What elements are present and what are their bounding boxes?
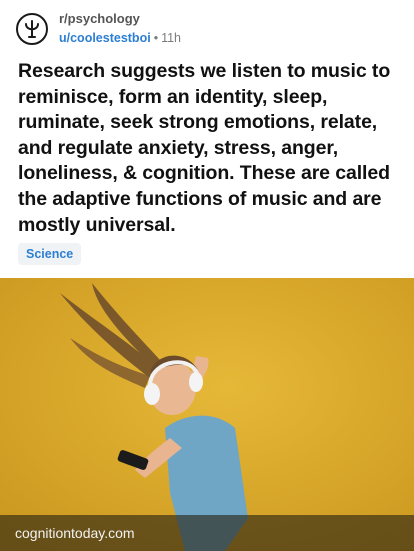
separator-dot: • <box>153 31 159 45</box>
preview-photo <box>0 278 414 551</box>
link-preview-image[interactable]: cognitiontoday.com <box>0 278 414 551</box>
link-domain[interactable]: cognitiontoday.com <box>15 523 135 543</box>
flair-badge[interactable]: Science <box>18 243 82 265</box>
author-link[interactable]: u/coolestestboi <box>59 31 151 45</box>
subreddit-link[interactable]: r/psychology <box>59 11 181 27</box>
post-header: r/psychology u/coolestestboi • 11h <box>16 11 181 47</box>
link-domain-bar: cognitiontoday.com <box>0 515 414 551</box>
post-meta: r/psychology u/coolestestboi • 11h <box>59 11 181 47</box>
post-card[interactable]: r/psychology u/coolestestboi • 11h Researc… <box>0 0 414 551</box>
psi-icon[interactable] <box>16 13 48 45</box>
byline: u/coolestestboi • 11h <box>59 29 181 47</box>
post-title[interactable]: Research suggests we listen to music to … <box>18 59 400 238</box>
post-age: 11h <box>161 31 182 45</box>
